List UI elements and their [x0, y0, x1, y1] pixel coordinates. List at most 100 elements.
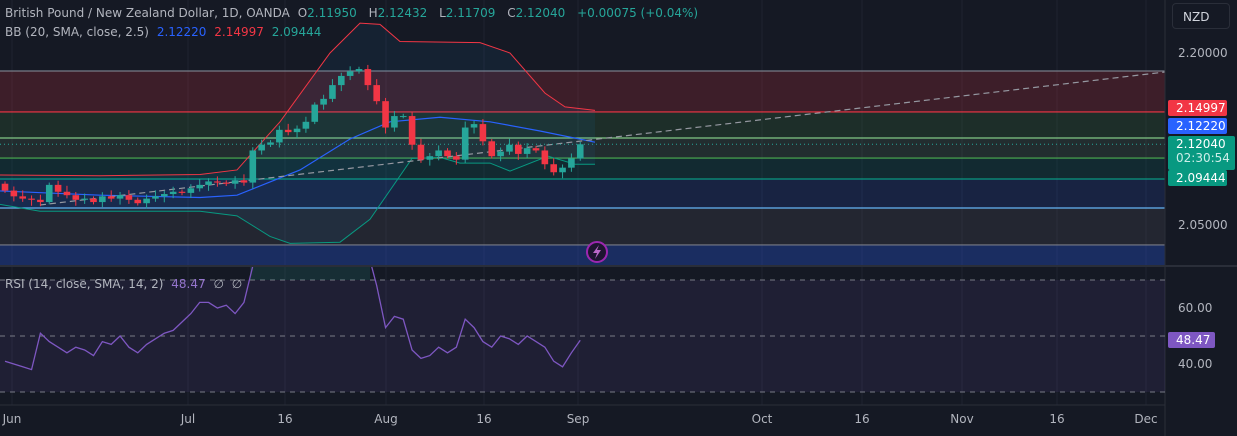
time-tick: Sep [566, 412, 590, 426]
time-tick: 16 [1049, 412, 1065, 426]
candle [37, 199, 44, 203]
candle [1, 183, 9, 191]
rsi-legend[interactable]: RSI (14, close, SMA, 14, 2) 48.47 ∅ ∅ [5, 277, 246, 291]
bb-label: BB (20, SMA, close, 2.5) [5, 25, 149, 39]
candle [488, 141, 496, 157]
close-value: 2.12040 [515, 6, 566, 20]
candle [258, 144, 265, 151]
rsi-extra-1: ∅ [213, 277, 224, 291]
candle [320, 98, 327, 105]
candle [338, 75, 345, 86]
open-value: 2.11950 [307, 6, 357, 20]
candle [391, 116, 398, 128]
time-tick: Jul [180, 412, 196, 426]
close-price-axis-label: 2.12040 02:30:54 [1168, 136, 1235, 170]
candle [19, 196, 26, 199]
open-label: O [297, 6, 308, 20]
time-tick: Oct [751, 412, 773, 426]
candle [576, 144, 584, 159]
high-label: H [368, 6, 378, 20]
time-tick: 16 [277, 412, 293, 426]
bb-upper-axis-label: 2.14997 [1168, 100, 1227, 116]
candle [346, 71, 354, 76]
price-tick: 2.05000 [1178, 218, 1228, 232]
candle [72, 195, 80, 200]
candle [302, 121, 310, 129]
candle [81, 198, 88, 200]
time-tick: Nov [950, 412, 974, 426]
candle [28, 198, 35, 200]
rsi-axis-label: 48.47 [1168, 332, 1215, 348]
bb-lower-axis-label: 2.09444 [1168, 170, 1227, 186]
bb-legend[interactable]: BB (20, SMA, close, 2.5) 2.12220 2.14997… [5, 25, 325, 39]
candle [364, 69, 372, 86]
candle [214, 181, 221, 183]
candle [479, 124, 487, 142]
candle [231, 180, 239, 184]
candle [497, 151, 504, 157]
rsi-tick: 40.00 [1178, 357, 1213, 371]
candle [293, 128, 301, 133]
candle [453, 156, 460, 160]
rsi-label: RSI (14, close, SMA, 14, 2) [5, 277, 164, 291]
symbol-title: British Pound / New Zealand Dollar, 1D, … [5, 6, 290, 20]
candle [205, 181, 212, 185]
candle [169, 191, 177, 195]
candle [426, 156, 434, 160]
candle [196, 184, 203, 189]
bb-basis-value: 2.12220 [156, 25, 207, 39]
change-value: +0.00075 (+0.04%) [577, 6, 699, 20]
candle [187, 188, 195, 193]
time-tick: Dec [1134, 412, 1158, 426]
candle [523, 148, 531, 154]
fib-zone [0, 244, 1165, 265]
high-value: 2.12432 [377, 6, 428, 20]
candle [311, 104, 319, 122]
rsi-value: 48.47 [171, 277, 206, 291]
bb-basis-axis-label: 2.12220 [1168, 118, 1227, 134]
price-tick: 2.20000 [1178, 46, 1228, 60]
candle [568, 158, 575, 168]
low-label: L [439, 6, 446, 20]
candle [373, 85, 380, 102]
candle [63, 191, 71, 196]
candle [99, 196, 106, 203]
candle [178, 191, 186, 193]
currency-button[interactable]: NZD [1172, 3, 1230, 29]
price-chart[interactable] [0, 0, 1237, 436]
candle [161, 194, 168, 197]
time-tick: 16 [854, 412, 870, 426]
time-tick: 16 [476, 412, 492, 426]
candle [125, 195, 133, 200]
candle [45, 184, 53, 203]
fib-zone [0, 71, 1165, 112]
candle [10, 190, 18, 197]
candle [355, 69, 363, 72]
time-tick: Jun [2, 412, 22, 426]
candle [240, 180, 248, 183]
candle [249, 150, 257, 183]
candle [470, 124, 478, 128]
candle [54, 184, 62, 192]
candle [284, 129, 292, 133]
rsi-overbought-fill [250, 267, 370, 280]
fib-zone [0, 208, 1165, 245]
candle [550, 164, 557, 173]
candle [461, 127, 469, 160]
bb-lower-value: 2.09444 [271, 25, 322, 39]
bar-countdown: 02:30:54 [1176, 151, 1230, 165]
candle [541, 150, 549, 165]
candle [506, 144, 513, 152]
close-label: C [507, 6, 516, 20]
candle [399, 116, 407, 118]
candle [134, 199, 142, 204]
rsi-extra-2: ∅ [231, 277, 243, 291]
candle [116, 195, 124, 199]
candle [515, 144, 522, 154]
candle [382, 101, 389, 128]
symbol-legend: British Pound / New Zealand Dollar, 1D, … [5, 6, 702, 20]
candle [143, 198, 150, 204]
candle [417, 144, 425, 160]
close-price: 2.12040 [1176, 137, 1226, 151]
candle [90, 198, 97, 203]
